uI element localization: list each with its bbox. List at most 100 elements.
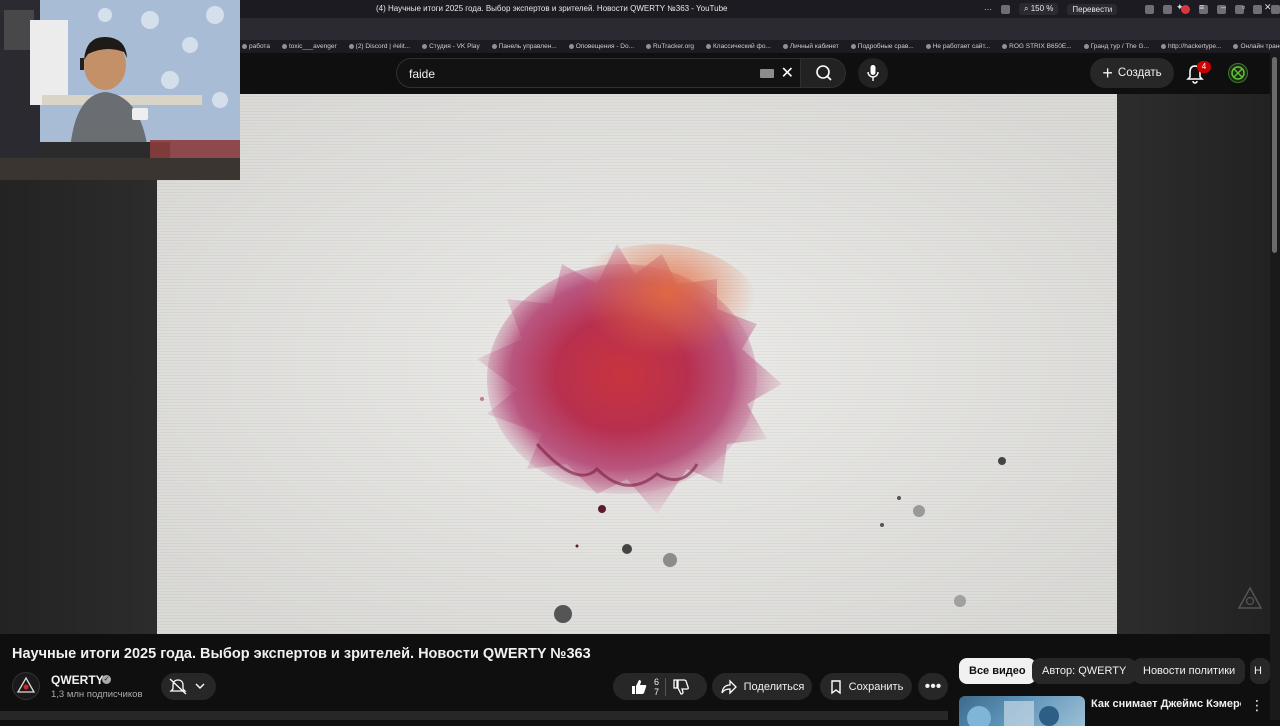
bookmark-favicon-icon	[1160, 44, 1166, 49]
more-dots-icon[interactable]: ···	[984, 5, 992, 14]
ambient-right	[1117, 94, 1270, 634]
create-label: Создать	[1117, 67, 1162, 79]
bookmark-label: Личный кабинет	[789, 43, 839, 50]
share-icon	[720, 678, 737, 695]
like-divider	[665, 677, 666, 696]
bookmark-item[interactable]: toxic___avenger	[281, 43, 337, 50]
bookmark-item[interactable]: Онлайн трансляц...	[1233, 43, 1280, 50]
bookmark-favicon-icon	[850, 44, 856, 49]
more-actions-button[interactable]: •••	[918, 673, 948, 700]
subscriber-count: 1,3 млн подписчиков	[51, 689, 143, 700]
thumbnail-image	[967, 701, 1059, 726]
bookmark-favicon-icon	[925, 44, 931, 49]
zoom-indicator[interactable]: ⌕ 150 %	[1019, 3, 1059, 15]
channel-watermark-icon[interactable]	[1237, 586, 1263, 612]
like-count: 6 7	[654, 677, 659, 697]
recommended-video-thumbnail[interactable]	[959, 696, 1085, 726]
pin-icon[interactable]: ✦	[1176, 2, 1184, 13]
bookmark-item[interactable]: Гранд тур / The G...	[1083, 43, 1149, 50]
chip-politics-news[interactable]: Новости политики	[1133, 658, 1246, 684]
bookmark-item[interactable]: RuTracker.org	[646, 43, 694, 50]
video-title: Научные итоги 2025 года. Выбор экспертов…	[12, 646, 591, 662]
minimize-icon[interactable]: –	[1221, 2, 1226, 12]
more-horizontal-icon: •••	[924, 677, 942, 695]
channel-avatar[interactable]	[12, 672, 40, 700]
webcam-feed-image	[0, 0, 240, 180]
bookmark-favicon-icon	[646, 44, 652, 49]
bookmark-label: Подробные срав...	[857, 43, 914, 50]
menu-icon[interactable]: ≡	[1199, 2, 1204, 12]
bookmark-item[interactable]: Личный кабинет	[782, 43, 839, 50]
bookmark-icon[interactable]	[1001, 4, 1010, 14]
titlebar-tools: ··· ⌕ 150 % Перевести	[984, 0, 1280, 18]
chip-all-videos[interactable]: Все видео	[959, 658, 1036, 684]
page-scrollbar[interactable]	[1270, 53, 1280, 720]
channel-name[interactable]: QWERTY	[51, 673, 104, 687]
account-avatar-icon	[1231, 66, 1245, 80]
voice-search-button[interactable]	[858, 58, 888, 88]
plus-icon: +	[1102, 63, 1113, 83]
bookmark-item[interactable]: http://hackertype...	[1160, 43, 1222, 50]
like-dislike-group: 6 7	[613, 673, 707, 700]
search-input[interactable]: faide ✕	[396, 58, 800, 88]
bookmark-favicon-icon	[1002, 44, 1008, 49]
search-query[interactable]: faide	[409, 67, 435, 81]
ink-blot-image	[477, 244, 1006, 623]
recommended-video-title[interactable]: Как снимает Джеймс Кэмерон, гений экшена…	[1091, 697, 1241, 711]
description-box-edge	[0, 711, 948, 720]
bookmark-label: http://hackertype...	[1167, 43, 1222, 50]
bookmark-favicon-icon	[705, 44, 711, 49]
search-button[interactable]	[800, 58, 846, 88]
save-button[interactable]: Сохранить	[820, 673, 912, 700]
video-frame[interactable]	[157, 94, 1117, 634]
bookmark-label: (2) Discord | #elit...	[355, 43, 411, 50]
create-button[interactable]: + Создать	[1090, 58, 1174, 88]
microphone-icon	[867, 65, 879, 81]
account-avatar[interactable]	[1228, 63, 1248, 83]
bookmark-favicon-icon	[568, 44, 574, 49]
bookmark-item[interactable]: (2) Discord | #elit...	[348, 43, 411, 50]
maximize-icon[interactable]: ▫	[1242, 2, 1245, 12]
extension-icon[interactable]	[1163, 4, 1173, 14]
verified-icon: ✓	[102, 675, 111, 684]
bookmark-label: Онлайн трансляц...	[1240, 43, 1280, 50]
bookmark-item[interactable]: работа	[242, 43, 270, 50]
like-icon[interactable]	[630, 679, 648, 695]
subscription-bell-button[interactable]	[161, 673, 216, 700]
notifications-badge: 4	[1197, 61, 1211, 73]
bookmark-label: ROG STRIX B650E...	[1009, 43, 1072, 50]
share-button[interactable]: Поделиться	[712, 673, 812, 700]
bookmark-favicon-icon	[1233, 44, 1239, 49]
recommended-more-icon[interactable]: ⋮	[1250, 697, 1264, 714]
bookmark-label: toxic___avenger	[288, 43, 337, 50]
bookmark-favicon-icon	[348, 44, 354, 49]
webcam-overlay	[0, 0, 240, 180]
extension-icon[interactable]	[1253, 4, 1263, 14]
chip-author[interactable]: Автор: QWERTY	[1032, 658, 1137, 684]
channel-logo-icon	[16, 676, 36, 693]
extension-icon[interactable]	[1271, 4, 1280, 14]
zoom-level: 150 %	[1030, 4, 1054, 13]
bookmark-label: Классический фо...	[712, 43, 771, 50]
bookmark-item[interactable]: Панель управлен...	[491, 43, 557, 50]
bookmark-item[interactable]: Подробные срав...	[850, 43, 914, 50]
bookmark-item[interactable]: Не работает сайт...	[925, 43, 990, 50]
keyboard-icon[interactable]	[760, 69, 774, 78]
bookmark-item[interactable]: Оповещения - Do...	[568, 43, 634, 50]
bell-off-icon	[169, 678, 205, 695]
translate-button[interactable]: Перевести	[1067, 3, 1118, 15]
close-window-icon[interactable]: ✕	[1264, 2, 1272, 13]
clear-search-icon[interactable]: ✕	[781, 63, 794, 83]
like-count-bottom: 7	[653, 686, 659, 697]
bookmark-item[interactable]: Студия - VK Play	[422, 43, 480, 50]
chip-next[interactable]: Н	[1250, 658, 1270, 684]
bookmark-favicon-icon	[242, 44, 247, 49]
bookmark-label: Панель управлен...	[498, 43, 557, 50]
bookmark-item[interactable]: ROG STRIX B650E...	[1002, 43, 1072, 50]
scrollbar-thumb[interactable]	[1272, 57, 1277, 253]
bookmark-item[interactable]: Классический фо...	[705, 43, 771, 50]
dislike-icon[interactable]	[672, 678, 690, 695]
extension-icon[interactable]	[1145, 4, 1155, 14]
bookmark-label: Студия - VK Play	[429, 43, 480, 50]
bookmark-favicon-icon	[1083, 44, 1089, 49]
